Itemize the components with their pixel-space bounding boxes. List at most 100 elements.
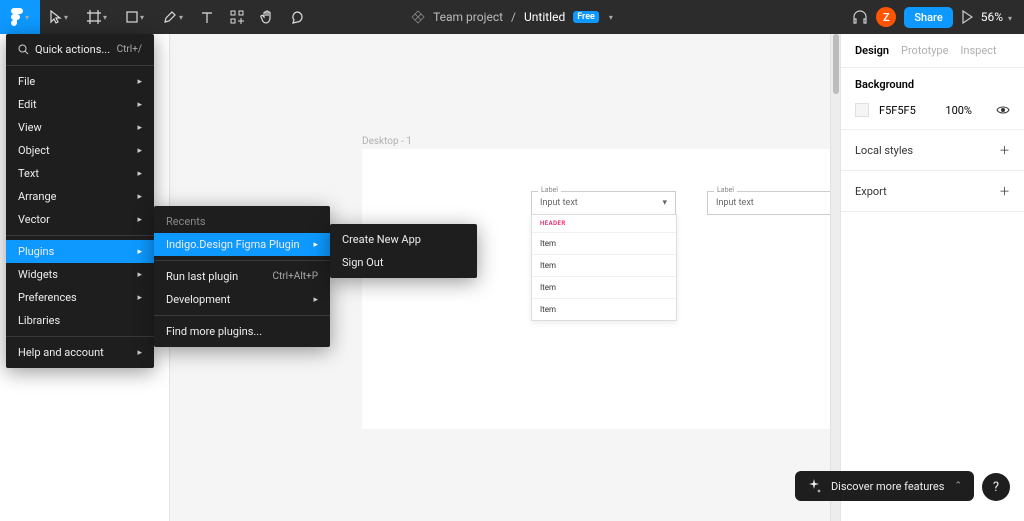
bg-hex[interactable]: F5F5F5 <box>879 104 916 117</box>
chevron-right-icon: ▸ <box>137 215 142 225</box>
menu-development[interactable]: Development▸ <box>154 288 330 311</box>
discover-banner[interactable]: Discover more features ⌃ <box>795 471 974 501</box>
headphones-icon[interactable] <box>852 9 868 25</box>
menu-view[interactable]: View▸ <box>6 116 154 139</box>
toolbar-title[interactable]: Team project / Untitled Free ▾ <box>411 10 613 24</box>
local-styles-row[interactable]: Local styles ＋ <box>841 130 1024 171</box>
text-tool[interactable] <box>192 0 222 34</box>
menu-find-more-plugins[interactable]: Find more plugins... <box>154 320 330 343</box>
menu-label: Widgets <box>18 268 58 281</box>
menu-quick-actions[interactable]: Quick actions... Ctrl+/ <box>6 38 154 61</box>
right-panel: Design Prototype Inspect Background F5F5… <box>840 34 1024 521</box>
chevron-down-icon: ▾ <box>1008 14 1012 23</box>
menu-label: Run last plugin <box>166 270 238 283</box>
tab-design[interactable]: Design <box>855 44 889 57</box>
menu-indigo-plugin[interactable]: Indigo.Design Figma Plugin▸ <box>154 233 330 256</box>
rectangle-icon <box>126 11 138 23</box>
menu-create-new-app[interactable]: Create New App <box>330 228 477 251</box>
input-label: Label <box>538 186 561 194</box>
plus-icon[interactable]: ＋ <box>999 183 1010 199</box>
component-icon <box>411 10 425 24</box>
dropdown-list[interactable]: HEADER Item Item Item Item <box>531 214 677 321</box>
shortcut-label: Ctrl+/ <box>117 44 142 55</box>
menu-arrange[interactable]: Arrange▸ <box>6 185 154 208</box>
toolbar-right: Z Share 56% ▾ <box>852 7 1024 28</box>
menu-file[interactable]: File ▸ <box>6 70 154 93</box>
move-tool[interactable]: ▾ <box>40 0 78 34</box>
desktop-frame[interactable]: Label Input text▾ Label Input text▾ HEAD… <box>362 149 830 429</box>
zoom-level[interactable]: 56% ▾ <box>981 10 1012 24</box>
resources-icon <box>230 10 244 24</box>
input-field-1[interactable]: Label Input text▾ <box>531 191 676 215</box>
menu-label: File <box>18 75 35 88</box>
chevron-right-icon: ▸ <box>137 100 142 110</box>
cursor-icon <box>50 10 62 24</box>
list-item[interactable]: Item <box>532 276 676 298</box>
chevron-right-icon: ▸ <box>137 146 142 156</box>
share-button[interactable]: Share <box>904 7 952 28</box>
play-icon[interactable] <box>961 10 973 24</box>
pen-tool[interactable]: ▾ <box>154 0 192 34</box>
tab-inspect[interactable]: Inspect <box>960 44 996 57</box>
frame-tool[interactable]: ▾ <box>78 0 116 34</box>
menu-plugins[interactable]: Plugins▸ <box>6 240 154 263</box>
list-item[interactable]: Item <box>532 254 676 276</box>
plus-icon[interactable]: ＋ <box>999 142 1010 158</box>
frame-label[interactable]: Desktop - 1 <box>362 136 412 147</box>
input-field-2[interactable]: Label Input text▾ <box>707 191 830 215</box>
menu-label: Indigo.Design Figma Plugin <box>166 238 300 251</box>
right-panel-tabs: Design Prototype Inspect <box>841 34 1024 68</box>
menu-separator <box>6 65 154 66</box>
export-row[interactable]: Export ＋ <box>841 171 1024 212</box>
tab-prototype[interactable]: Prototype <box>901 44 948 57</box>
sparkle-icon <box>807 479 821 493</box>
menu-label: View <box>18 121 42 134</box>
canvas-scrollbar[interactable] <box>830 34 840 521</box>
top-toolbar: ▾ ▾ ▾ ▾ ▾ Team proj <box>0 0 1024 34</box>
color-swatch[interactable] <box>855 103 869 117</box>
list-header: HEADER <box>532 215 676 232</box>
bg-opacity[interactable]: 100% <box>945 104 972 117</box>
menu-label: Sign Out <box>342 256 383 269</box>
resources-tool[interactable] <box>222 0 252 34</box>
input-label: Label <box>714 186 737 194</box>
chevron-right-icon: ▸ <box>137 77 142 87</box>
chevron-right-icon: ▸ <box>137 293 142 303</box>
indigo-submenu: Create New App Sign Out <box>330 224 477 278</box>
shortcut-label: Ctrl+Alt+P <box>273 271 318 282</box>
chevron-right-icon: ▸ <box>137 192 142 202</box>
search-icon <box>18 44 29 55</box>
chevron-right-icon: ▸ <box>313 295 318 305</box>
shape-tool[interactable]: ▾ <box>116 0 154 34</box>
menu-edit[interactable]: Edit ▸ <box>6 93 154 116</box>
menu-label: Edit <box>18 98 37 111</box>
text-icon <box>201 11 213 23</box>
comment-tool[interactable] <box>282 0 312 34</box>
figma-logo-icon <box>11 8 23 26</box>
menu-run-last[interactable]: Run last plugin Ctrl+Alt+P <box>154 265 330 288</box>
eye-icon[interactable] <box>996 105 1010 115</box>
background-row[interactable]: F5F5F5 100% <box>841 99 1024 130</box>
scroll-thumb[interactable] <box>833 34 839 94</box>
menu-help[interactable]: Help and account▸ <box>6 341 154 364</box>
hand-tool[interactable] <box>252 0 282 34</box>
chevron-down-icon: ▾ <box>179 13 183 22</box>
menu-widgets[interactable]: Widgets▸ <box>6 263 154 286</box>
help-button[interactable]: ? <box>982 473 1010 501</box>
menu-object[interactable]: Object▸ <box>6 139 154 162</box>
chevron-down-icon: ▾ <box>140 13 144 22</box>
avatar[interactable]: Z <box>876 7 896 27</box>
menu-libraries[interactable]: Libraries <box>6 309 154 332</box>
menu-sign-out[interactable]: Sign Out <box>330 251 477 274</box>
frame-icon <box>87 10 101 24</box>
team-name: Team project <box>433 10 503 24</box>
menu-text[interactable]: Text▸ <box>6 162 154 185</box>
menu-vector[interactable]: Vector ▸ <box>6 208 154 231</box>
menu-preferences[interactable]: Preferences▸ <box>6 286 154 309</box>
avatar-letter: Z <box>883 11 890 24</box>
separator: / <box>511 10 516 24</box>
menu-label: Vector <box>18 213 50 226</box>
figma-logo-button[interactable]: ▾ <box>0 0 40 34</box>
list-item[interactable]: Item <box>532 232 676 254</box>
list-item[interactable]: Item <box>532 298 676 320</box>
